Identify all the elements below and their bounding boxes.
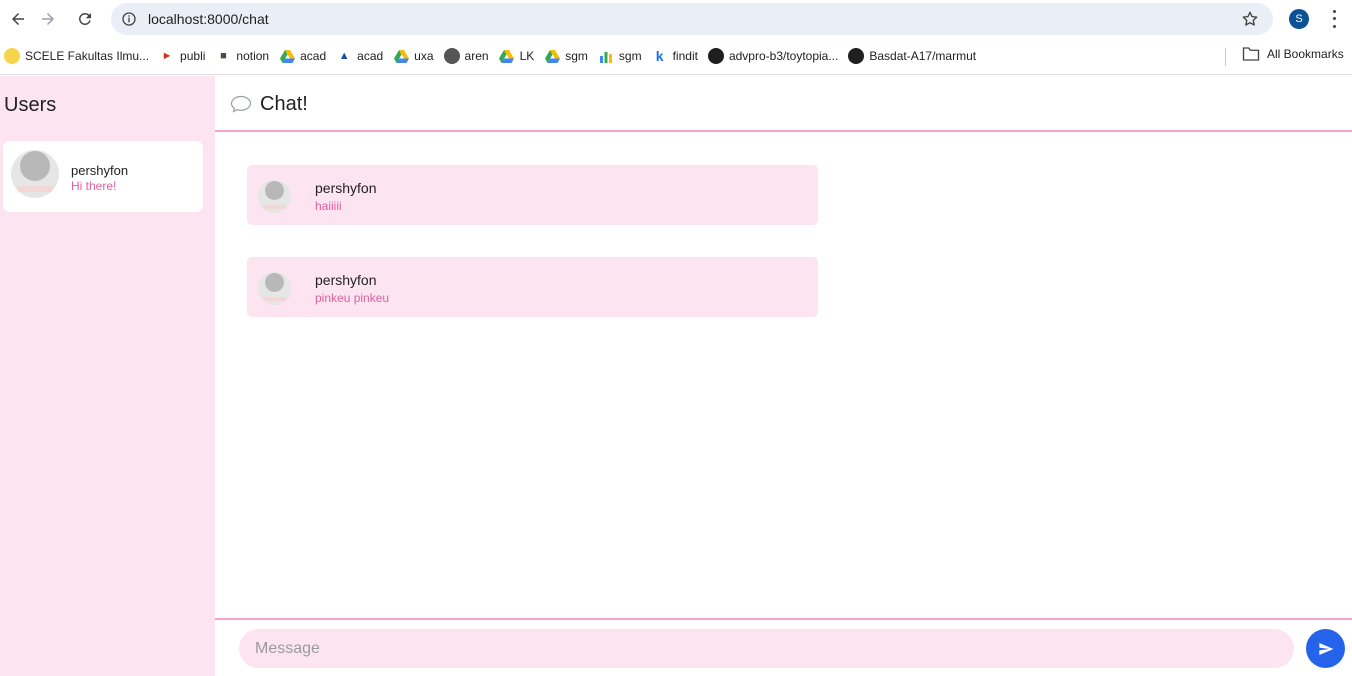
message-composer <box>215 618 1352 676</box>
message-sender: pershyfon <box>315 180 377 196</box>
bookmark-acad-drive[interactable]: acad <box>279 42 332 70</box>
message-text: haiiiii <box>315 199 342 213</box>
avatar <box>11 150 59 198</box>
github-icon <box>707 48 724 64</box>
bookmark-notion[interactable]: ■ notion <box>215 42 275 70</box>
reload-icon <box>78 12 91 25</box>
chat-title: Chat! <box>260 93 308 115</box>
bookmark-lk[interactable]: LK <box>499 42 541 70</box>
all-bookmarks-button[interactable]: All Bookmarks <box>1242 46 1344 62</box>
bookmark-label: findit <box>672 49 698 63</box>
bookmark-publi[interactable]: ► publi <box>159 42 211 70</box>
bookmark-label: SCELE Fakultas Ilmu... <box>25 49 150 63</box>
forward-arrow-icon <box>42 13 54 25</box>
chart-icon <box>598 48 614 64</box>
all-bookmarks-label: All Bookmarks <box>1267 47 1344 61</box>
reload-button[interactable] <box>67 1 103 37</box>
bookmark-label: LK <box>519 49 535 63</box>
globe-icon <box>443 48 460 64</box>
avatar <box>258 180 291 213</box>
bookmark-sgm-chart[interactable]: sgm <box>598 42 648 70</box>
back-arrow-icon <box>12 13 24 25</box>
message-sender: pershyfon <box>315 272 377 288</box>
chat-header: Chat! <box>215 76 1352 132</box>
k-icon: k <box>655 48 664 64</box>
bookmark-label: acad <box>300 49 327 63</box>
chat-bubble-icon <box>230 95 252 113</box>
graduation-cap-icon: ▲ <box>338 50 350 62</box>
profile-avatar[interactable]: S <box>1289 9 1309 29</box>
bookmark-advpro[interactable]: advpro-b3/toytopia... <box>707 42 844 70</box>
bookmark-label: publi <box>180 49 206 63</box>
site-info-icon[interactable] <box>113 11 145 27</box>
megaphone-icon: ► <box>161 50 173 62</box>
google-drive-icon <box>393 48 409 64</box>
user-last-message: Hi there! <box>71 179 117 193</box>
folder-icon <box>1242 47 1260 61</box>
bookmark-label: aren <box>464 49 489 63</box>
send-icon <box>1318 642 1333 655</box>
browser-menu-icon[interactable] <box>1326 8 1342 30</box>
send-button[interactable] <box>1306 629 1345 668</box>
message-text: pinkeu pinkeu <box>315 291 390 305</box>
user-name: pershyfon <box>71 163 129 178</box>
bookmark-label: notion <box>236 49 270 63</box>
google-drive-icon <box>279 48 295 64</box>
forward-button[interactable] <box>30 1 66 37</box>
bookmark-scele[interactable]: SCELE Fakultas Ilmu... <box>4 42 155 70</box>
bookmark-basdat[interactable]: Basdat-A17/marmut <box>848 42 982 70</box>
bookmark-label: uxa <box>414 49 434 63</box>
bookmark-label: sgm <box>565 49 588 63</box>
bookmark-label: sgm <box>618 49 642 63</box>
address-bar[interactable]: localhost:8000/chat <box>111 3 1273 35</box>
google-drive-icon <box>544 48 560 64</box>
bookmark-sgm-drive[interactable]: sgm <box>544 42 594 70</box>
bookmark-uxa[interactable]: uxa <box>393 42 439 70</box>
bookmark-star-icon[interactable] <box>1241 10 1259 28</box>
bookmark-aren[interactable]: aren <box>443 42 495 70</box>
sidebar-title: Users <box>4 94 57 116</box>
message-item: pershyfon haiiiii <box>247 165 818 225</box>
url-text: localhost:8000/chat <box>148 11 269 27</box>
github-icon <box>848 48 865 64</box>
bookmarks-bar: SCELE Fakultas Ilmu... ► publi ■ notion ac… <box>0 38 1352 75</box>
users-sidebar: Users pershyfon Hi there! <box>0 76 215 676</box>
avatar <box>258 272 291 305</box>
bookmark-label: Basdat-A17/marmut <box>869 49 977 63</box>
browser-toolbar: localhost:8000/chat S <box>0 0 1352 38</box>
google-drive-icon <box>499 48 515 64</box>
bookmarks-divider <box>1225 48 1226 66</box>
message-item: pershyfon pinkeu pinkeu <box>247 257 818 317</box>
user-list-item[interactable]: pershyfon Hi there! <box>3 141 203 212</box>
bookmark-acad-cap[interactable]: ▲ acad <box>336 42 389 70</box>
bookmark-label: acad <box>357 49 384 63</box>
message-input[interactable] <box>239 629 1294 668</box>
notion-icon: ■ <box>220 50 227 62</box>
message-list: pershyfon haiiiii pershyfon pinkeu pinke… <box>215 133 1352 618</box>
bookmark-label: advpro-b3/toytopia... <box>728 49 839 63</box>
scele-icon <box>4 48 20 64</box>
bookmark-findit[interactable]: k findit <box>652 42 704 70</box>
